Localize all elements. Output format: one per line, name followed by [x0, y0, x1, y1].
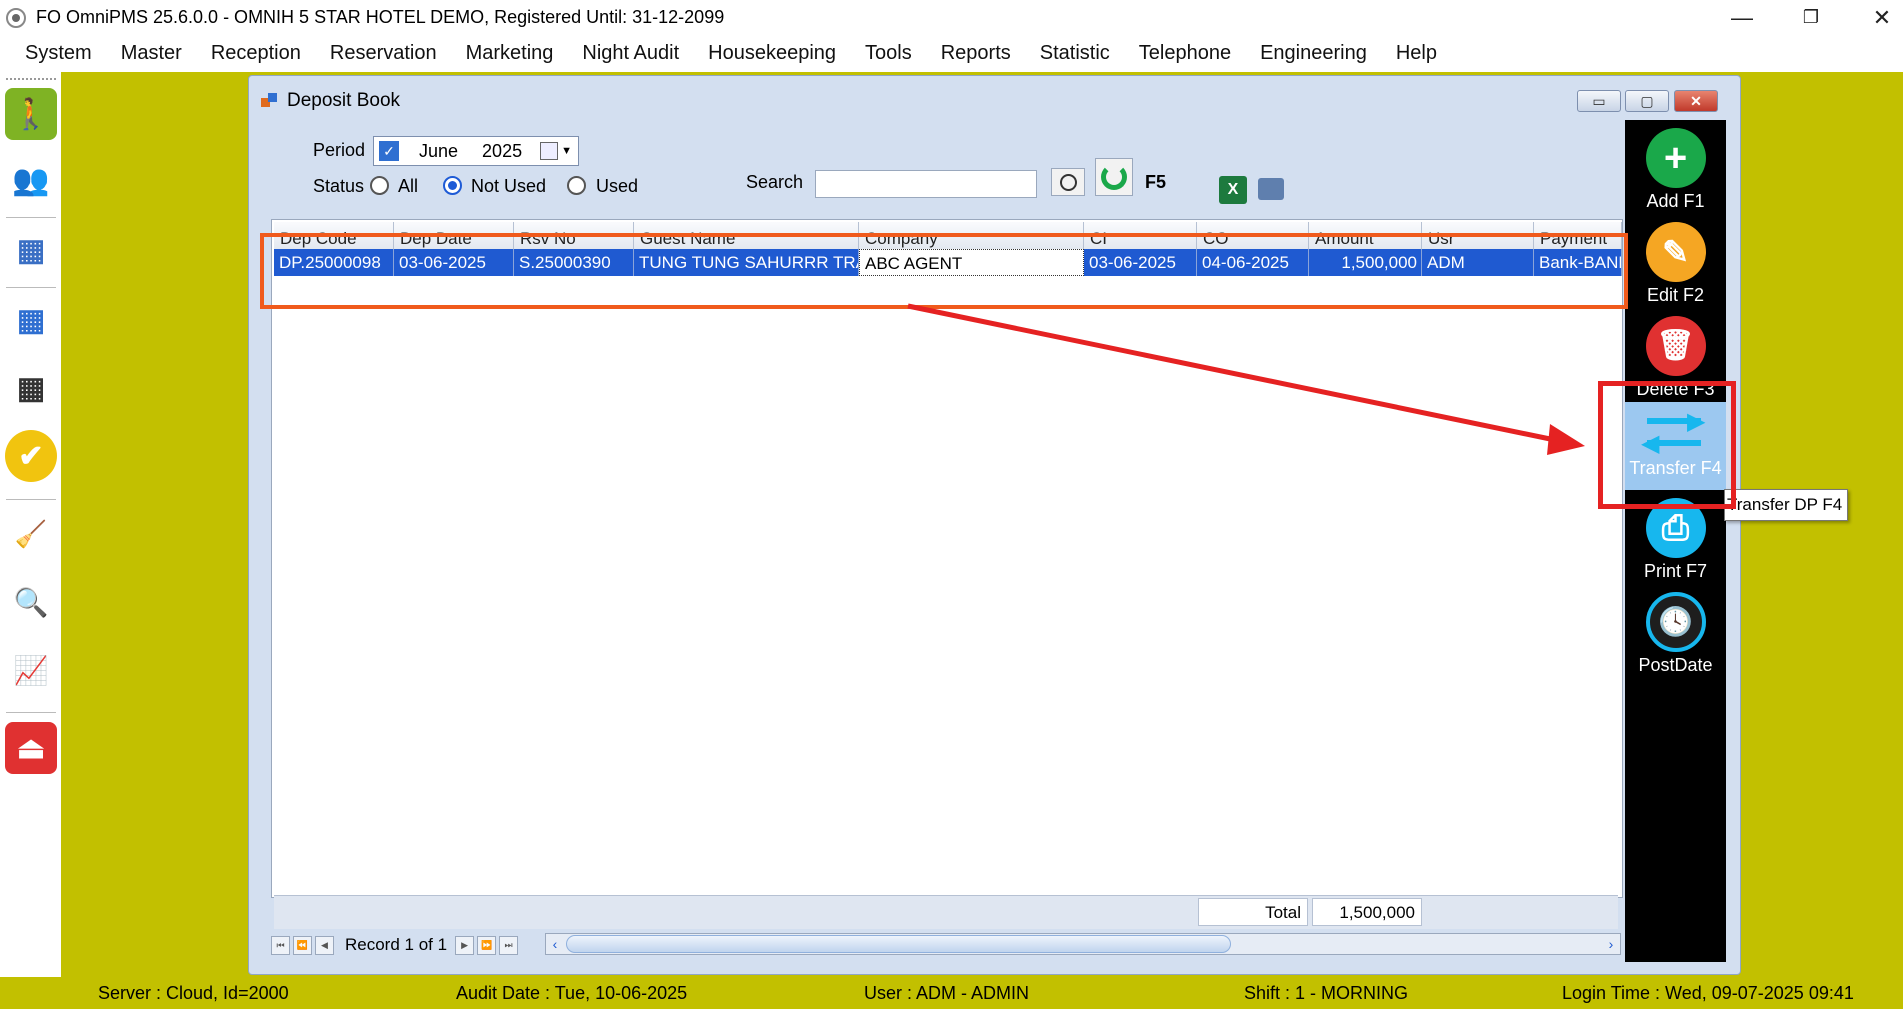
total-label: Total: [1198, 898, 1308, 926]
last-record-icon[interactable]: ⏭: [499, 935, 519, 955]
status-used-radio[interactable]: [567, 176, 586, 195]
add-icon: +: [1645, 128, 1706, 188]
menu-bar: System Master Reception Reservation Mark…: [0, 35, 1903, 72]
add-button[interactable]: + Add F1: [1625, 128, 1726, 212]
prev-record-icon[interactable]: ◀: [315, 935, 334, 955]
status-not-used-label[interactable]: Not Used: [471, 176, 546, 197]
guests-icon[interactable]: 👥: [5, 154, 57, 206]
calendar-icon[interactable]: [540, 142, 559, 160]
window-maximize-button[interactable]: ▢: [1625, 90, 1669, 112]
menu-reservation[interactable]: Reservation: [330, 42, 437, 65]
status-user: User : ADM - ADMIN: [864, 983, 1030, 1003]
edit-button[interactable]: ✎ Edit F2: [1625, 222, 1726, 306]
status-not-used-radio[interactable]: [443, 176, 462, 195]
calendar-2023-icon[interactable]: ▦: [5, 362, 57, 414]
menu-marketing[interactable]: Marketing: [466, 42, 554, 65]
status-audit-date: Audit Date : Tue, 10-06-2025: [456, 983, 688, 1003]
search-icon[interactable]: [1051, 168, 1085, 196]
transfer-tooltip: Transfer DP F4: [1724, 489, 1848, 521]
prev-page-icon[interactable]: ⏪: [293, 935, 312, 955]
search-input[interactable]: [815, 170, 1037, 198]
record-count: Record 1 of 1: [345, 935, 448, 954]
tool-panel: + Add F1 ✎ Edit F2 🗑 Delete F3 ▶ ◀ Trans…: [1625, 120, 1726, 962]
window-title: FO OmniPMS 25.6.0.0 - OMNIH 5 STAR HOTEL…: [36, 7, 725, 27]
scroll-right-icon[interactable]: ›: [1602, 934, 1620, 954]
statistics-icon[interactable]: 📈: [5, 644, 57, 696]
total-value: 1,500,000: [1312, 898, 1422, 926]
status-all-radio[interactable]: [370, 176, 389, 195]
print-button[interactable]: ⎙ Print F7: [1625, 498, 1726, 582]
grid-footer: Total 1,500,000: [274, 895, 1618, 929]
excel-export-icon[interactable]: X: [1219, 176, 1247, 204]
calendar-grid-icon[interactable]: ▦: [5, 294, 57, 346]
menu-housekeeping[interactable]: Housekeeping: [708, 42, 836, 65]
print-label: Print F7: [1643, 561, 1708, 581]
refresh-shortcut: F5: [1145, 172, 1167, 192]
menu-telephone[interactable]: Telephone: [1139, 42, 1231, 65]
status-server: Server : Cloud, Id=2000: [98, 983, 289, 1003]
menu-master[interactable]: Master: [121, 42, 182, 65]
restore-button[interactable]: ❐: [1781, 0, 1841, 35]
status-shift: Shift : 1 - MORNING: [1244, 983, 1409, 1003]
clock-icon: 🕓: [1645, 592, 1706, 652]
title-bar: FO OmniPMS 25.6.0.0 - OMNIH 5 STAR HOTEL…: [0, 0, 1903, 35]
deposit-book-title: Deposit Book: [287, 90, 401, 111]
add-label: Add F1: [1646, 191, 1705, 211]
close-button[interactable]: ✕: [1852, 0, 1903, 35]
menu-reception[interactable]: Reception: [211, 42, 301, 65]
postdate-button[interactable]: 🕓 PostDate: [1625, 592, 1726, 676]
menu-engineering[interactable]: Engineering: [1260, 42, 1367, 65]
status-label: Status: [313, 176, 365, 196]
exit-icon[interactable]: ⏏: [5, 722, 57, 774]
period-year: 2025: [482, 140, 523, 161]
window-close-button[interactable]: ✕: [1674, 90, 1718, 112]
period-checkbox[interactable]: ✓: [379, 141, 399, 161]
status-used-label[interactable]: Used: [596, 176, 638, 197]
menu-help[interactable]: Help: [1396, 42, 1437, 65]
app-icon: [6, 7, 26, 28]
minimize-button[interactable]: —: [1712, 0, 1772, 35]
first-record-icon[interactable]: ⏮: [271, 935, 290, 955]
status-login-time: Login Time : Wed, 09-07-2025 09:41: [1562, 983, 1854, 1003]
transfer-highlight-annotation: [1598, 381, 1736, 509]
scroll-left-icon[interactable]: ‹: [546, 934, 564, 954]
status-all-label[interactable]: All: [398, 176, 418, 197]
search-label: Search: [746, 172, 804, 192]
deposit-grid: Dep Code Dep Date Rsv No Guest Name Comp…: [271, 219, 1623, 929]
menu-statistic[interactable]: Statistic: [1040, 42, 1110, 65]
period-picker[interactable]: ✓ June 2025 ▼: [373, 136, 579, 166]
window-icon: [261, 92, 279, 110]
trash-icon: 🗑: [1645, 316, 1706, 376]
edit-label: Edit F2: [1646, 285, 1705, 305]
menu-night-audit[interactable]: Night Audit: [582, 42, 679, 65]
postdate-label: PostDate: [1638, 655, 1713, 675]
period-label: Period: [313, 140, 366, 160]
window-title-bar: Deposit Book: [261, 90, 400, 112]
walk-in-icon[interactable]: 🚶: [5, 88, 57, 140]
menu-tools[interactable]: Tools: [865, 42, 912, 65]
housekeeping-icon[interactable]: 🧹: [5, 508, 57, 560]
refresh-icon[interactable]: [1095, 158, 1133, 196]
window-minimize-button[interactable]: ▭: [1577, 90, 1621, 112]
printer-icon[interactable]: [1258, 178, 1284, 200]
next-record-icon[interactable]: ▶: [455, 935, 475, 955]
analysis-icon[interactable]: 🔍: [5, 576, 57, 628]
row-highlight-annotation: [260, 233, 1628, 309]
period-month: June: [419, 140, 459, 161]
room-plan-icon[interactable]: ▦: [5, 224, 57, 276]
chevron-down-icon[interactable]: ▼: [561, 145, 572, 157]
edit-icon: ✎: [1645, 222, 1706, 282]
menu-system[interactable]: System: [25, 42, 92, 65]
availability-icon[interactable]: ✔: [5, 430, 57, 482]
menu-reports[interactable]: Reports: [941, 42, 1011, 65]
status-bar: Server : Cloud, Id=2000 Audit Date : Tue…: [0, 977, 1903, 1009]
left-sidebar: 🚶 👥 ▦ ▦ ▦ ✔ 🧹 🔍 📈 ⏏: [0, 72, 64, 977]
scroll-thumb[interactable]: [566, 935, 1231, 953]
next-page-icon[interactable]: ⏩: [477, 935, 497, 955]
horizontal-scrollbar[interactable]: ‹ ›: [545, 933, 1621, 955]
